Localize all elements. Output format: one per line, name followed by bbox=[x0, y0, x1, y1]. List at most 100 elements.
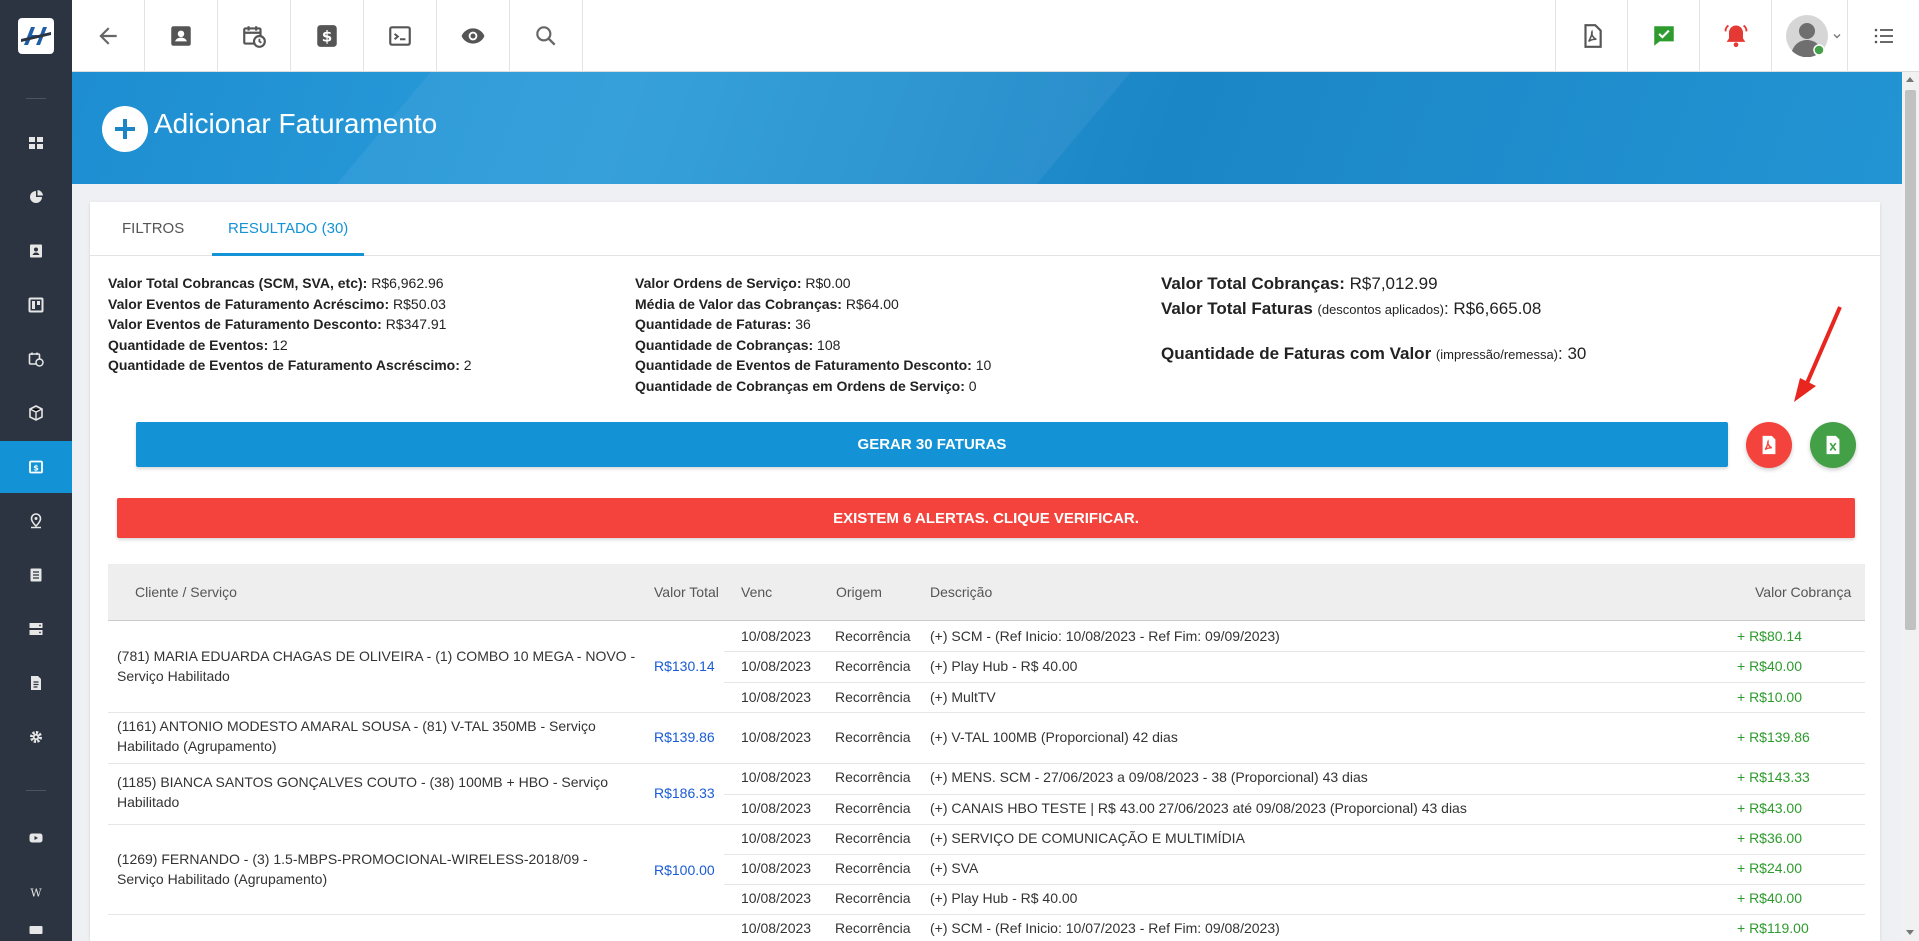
view-button[interactable] bbox=[437, 0, 510, 72]
cell-descricao: (+) SCM - (Ref Inicio: 10/08/2023 - Ref … bbox=[930, 628, 1280, 644]
cell-origem: Recorrência bbox=[835, 830, 911, 846]
cell-origem: Recorrência bbox=[835, 628, 911, 644]
row-divider bbox=[108, 914, 1865, 915]
bell-alert-icon bbox=[1724, 24, 1747, 48]
summary-middle: Valor Ordens de Serviço: R$0.00 Média de… bbox=[635, 273, 991, 396]
pdf-file-icon bbox=[1762, 435, 1776, 455]
terminal-icon bbox=[389, 26, 411, 46]
search-button[interactable] bbox=[510, 0, 583, 72]
sidebar-item-clients[interactable] bbox=[0, 225, 72, 277]
sidebar-item-files[interactable] bbox=[0, 657, 72, 709]
client-name[interactable]: (781) MARIA EDUARDA CHAGAS DE OLIVEIRA -… bbox=[117, 646, 637, 686]
summary-total-cobrancas: Valor Total Cobranças: R$7,012.99 bbox=[1161, 274, 1438, 293]
summary-line: Quantidade de Eventos: 12 bbox=[108, 336, 288, 353]
tab-resultado[interactable]: RESULTADO (30) bbox=[212, 202, 365, 256]
cell-venc: 10/08/2023 bbox=[741, 729, 812, 745]
alerts-banner[interactable]: EXISTEM 6 ALERTAS. CLIQUE VERIFICAR. bbox=[117, 498, 1855, 538]
generate-invoices-button[interactable]: GERAR 30 FATURAS bbox=[136, 422, 1728, 467]
client-total: R$130.14 bbox=[654, 658, 715, 674]
schedule-button[interactable] bbox=[218, 0, 291, 72]
user-menu[interactable] bbox=[1771, 0, 1843, 72]
server-icon bbox=[29, 623, 43, 635]
cell-valor: + R$36.00 bbox=[1737, 830, 1802, 846]
client-total: R$186.33 bbox=[654, 785, 715, 801]
excel-file-icon bbox=[1826, 435, 1840, 455]
client-name[interactable]: (1185) BIANCA SANTOS GONÇALVES COUTO - (… bbox=[117, 772, 637, 812]
file-icon bbox=[31, 676, 41, 690]
svg-text:$: $ bbox=[33, 464, 39, 473]
summary-line: Valor Ordens de Serviço: R$0.00 bbox=[635, 275, 851, 291]
cell-valor: + R$24.00 bbox=[1737, 860, 1802, 876]
cell-descricao: (+) SCM - (Ref Inicio: 10/07/2023 - Ref … bbox=[930, 920, 1280, 936]
column-header-venc[interactable]: Venc bbox=[741, 564, 772, 621]
sidebar-item-dashboard[interactable] bbox=[0, 117, 72, 169]
sidebar-item-more[interactable] bbox=[0, 920, 72, 941]
contact-card-icon bbox=[30, 244, 42, 258]
summary-line: Quantidade de Eventos de Faturamento Asc… bbox=[108, 357, 472, 373]
tab-filtros[interactable]: FILTROS bbox=[122, 202, 184, 256]
sidebar-item-billing[interactable]: $ bbox=[0, 441, 72, 493]
terminal-button[interactable] bbox=[364, 0, 437, 72]
sidebar-item-reports[interactable] bbox=[0, 171, 72, 223]
box-icon bbox=[29, 405, 43, 421]
avatar bbox=[1786, 15, 1828, 57]
cell-descricao: (+) CANAIS HBO TESTE | R$ 43.00 27/06/20… bbox=[930, 800, 1467, 816]
column-header-valor-total[interactable]: Valor Total bbox=[654, 564, 719, 621]
cell-origem: Recorrência bbox=[835, 769, 911, 785]
scrollbar-thumb[interactable] bbox=[1905, 90, 1916, 630]
svg-text:$: $ bbox=[322, 27, 333, 45]
calendar-clock-icon bbox=[28, 352, 44, 367]
scroll-up-icon[interactable] bbox=[1906, 77, 1914, 82]
chevron-down-icon bbox=[1833, 34, 1841, 39]
column-header-origem[interactable]: Origem bbox=[836, 564, 882, 621]
search-icon bbox=[536, 26, 556, 46]
export-pdf-button[interactable] bbox=[1746, 422, 1792, 468]
scroll-down-icon[interactable] bbox=[1906, 930, 1914, 935]
cell-venc: 10/08/2023 bbox=[741, 890, 812, 906]
client-name[interactable]: (1269) FERNANDO - (3) 1.5-MBPS-PROMOCION… bbox=[117, 849, 637, 889]
sidebar-item-documents[interactable] bbox=[0, 549, 72, 601]
tasks-button[interactable] bbox=[1627, 0, 1699, 72]
contacts-button[interactable] bbox=[145, 0, 218, 72]
sidebar-item-wiki[interactable]: W bbox=[0, 866, 72, 918]
summary-line: Quantidade de Cobranças: 108 bbox=[635, 336, 841, 353]
table-header: Cliente / Serviço Valor Total Venc Orige… bbox=[108, 564, 1865, 621]
column-header-descricao[interactable]: Descrição bbox=[930, 564, 992, 621]
arrow-left-icon bbox=[99, 27, 117, 45]
sidebar-item-schedule[interactable] bbox=[0, 333, 72, 385]
column-header-cliente[interactable]: Cliente / Serviço bbox=[135, 564, 237, 621]
back-button[interactable] bbox=[72, 0, 145, 72]
dollar-icon: $ bbox=[317, 25, 337, 47]
summary-line: Quantidade de Faturas: 36 bbox=[635, 316, 811, 332]
logo-box[interactable] bbox=[0, 0, 72, 72]
sidebar-item-board[interactable] bbox=[0, 279, 72, 331]
cell-origem: Recorrência bbox=[835, 658, 911, 674]
cell-valor: + R$43.00 bbox=[1737, 800, 1802, 816]
sidebar-item-settings[interactable] bbox=[0, 711, 72, 763]
cell-venc: 10/08/2023 bbox=[741, 800, 812, 816]
sidebar-item-inventory[interactable] bbox=[0, 387, 72, 439]
menu-list-button[interactable] bbox=[1847, 0, 1919, 72]
cell-descricao: (+) Play Hub - R$ 40.00 bbox=[930, 658, 1078, 674]
scrollbar[interactable] bbox=[1902, 72, 1919, 941]
money-icon: $ bbox=[29, 460, 43, 474]
keyboard-icon bbox=[29, 926, 43, 934]
cell-valor: + R$139.86 bbox=[1737, 729, 1810, 745]
board-icon bbox=[28, 297, 44, 313]
cell-descricao: (+) SERVIÇO DE COMUNICAÇÃO E MULTIMÍDIA bbox=[930, 830, 1245, 846]
export-excel-button[interactable] bbox=[1810, 422, 1856, 468]
cell-venc: 10/08/2023 bbox=[741, 830, 812, 846]
column-header-valor-cobranca[interactable]: Valor Cobrança bbox=[1755, 564, 1851, 621]
alarms-button[interactable] bbox=[1699, 0, 1771, 72]
client-name[interactable]: (1161) ANTONIO MODESTO AMARAL SOUSA - (8… bbox=[117, 716, 637, 756]
top-bar: $ bbox=[0, 0, 1919, 72]
sidebar-item-locations[interactable] bbox=[0, 495, 72, 547]
check-message-icon bbox=[1653, 26, 1674, 46]
sidebar-item-servers[interactable] bbox=[0, 603, 72, 655]
billing-button[interactable]: $ bbox=[291, 0, 364, 72]
sidebar-divider bbox=[26, 98, 46, 99]
wikipedia-icon: W bbox=[30, 887, 42, 900]
plus-circle-icon bbox=[102, 106, 148, 152]
pdf-button[interactable] bbox=[1555, 0, 1627, 72]
sidebar-item-videos[interactable] bbox=[0, 812, 72, 864]
